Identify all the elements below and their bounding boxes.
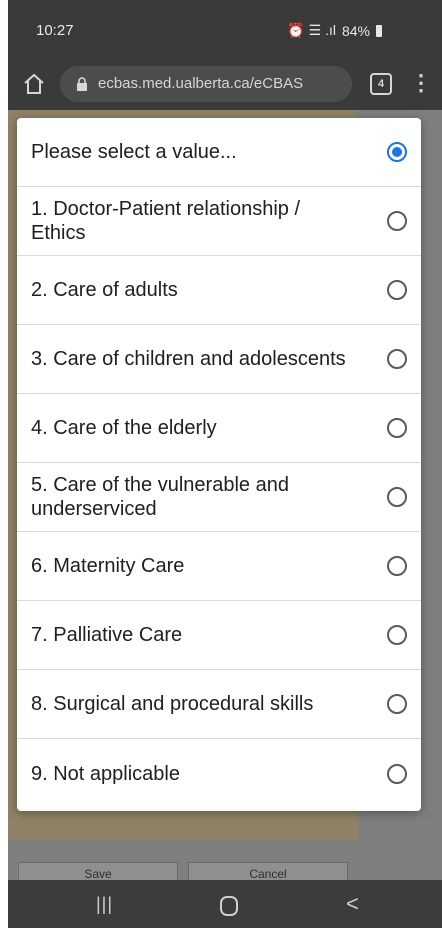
recents-icon[interactable]: ||| <box>96 894 113 915</box>
option-label: 1. Doctor-Patient relationship / Ethics <box>31 198 301 244</box>
radio-icon[interactable] <box>387 763 407 784</box>
radio-icon[interactable] <box>387 487 407 507</box>
status-time: 10:27 <box>36 22 74 39</box>
status-bar: 10:27 ⏰ ☰ .ıl 84% <box>8 0 442 58</box>
radio-icon[interactable] <box>387 211 407 231</box>
browser-menu-icon[interactable]: ⋮ <box>410 71 432 95</box>
radio-icon[interactable] <box>387 694 407 714</box>
option-care-elderly[interactable]: 4. Care of the elderly <box>17 394 421 463</box>
option-label: 5. Care of the vulnerable and underservi… <box>31 474 289 520</box>
option-not-applicable[interactable]: 9. Not applicable <box>17 739 421 808</box>
option-label: 6. Maternity Care <box>31 555 185 577</box>
radio-icon[interactable] <box>387 142 407 162</box>
home-circle-icon[interactable] <box>220 896 238 916</box>
radio-icon[interactable] <box>387 349 407 369</box>
option-label: 4. Care of the elderly <box>31 417 217 439</box>
option-label: 9. Not applicable <box>31 762 180 785</box>
option-label: Please select a value... <box>31 141 237 163</box>
option-maternity[interactable]: 6. Maternity Care <box>17 532 421 601</box>
radio-icon[interactable] <box>387 280 407 300</box>
option-label: 8. Surgical and procedural skills <box>31 693 314 715</box>
option-care-adults[interactable]: 2. Care of adults <box>17 256 421 325</box>
battery-icon <box>376 24 382 37</box>
option-label: 3. Care of children and adolescents <box>31 348 346 370</box>
select-dialog: Please select a value... 1. Doctor-Patie… <box>17 118 421 811</box>
back-icon[interactable]: < <box>346 891 359 917</box>
lock-icon <box>77 77 87 91</box>
battery-percent: 84% <box>341 22 370 39</box>
option-palliative[interactable]: 7. Palliative Care <box>17 601 421 670</box>
option-care-vulnerable[interactable]: 5. Care of the vulnerable and underservi… <box>17 463 421 532</box>
form-buttons: Save Cancel <box>18 862 348 881</box>
cancel-button: Cancel <box>188 862 348 881</box>
save-button: Save <box>18 862 178 881</box>
browser-toolbar: ecbas.med.ualberta.ca/eCBAS 4 ⋮ <box>8 58 442 110</box>
status-indicators: ⏰ ☰ .ıl 84% <box>287 22 382 39</box>
radio-icon[interactable] <box>387 625 407 645</box>
option-surgical[interactable]: 8. Surgical and procedural skills <box>17 670 421 739</box>
url-text: ecbas.med.ualberta.ca/eCBAS <box>98 75 304 92</box>
option-care-children[interactable]: 3. Care of children and adolescents <box>17 325 421 394</box>
tab-switcher-button[interactable]: 4 <box>370 73 392 95</box>
option-placeholder[interactable]: Please select a value... <box>17 118 421 187</box>
radio-icon[interactable] <box>387 556 407 576</box>
android-nav-bar: ||| < <box>8 880 442 928</box>
option-doctor-patient[interactable]: 1. Doctor-Patient relationship / Ethics <box>17 187 421 256</box>
url-bar[interactable]: ecbas.med.ualberta.ca/eCBAS <box>60 66 352 102</box>
home-icon[interactable] <box>22 72 46 96</box>
radio-icon[interactable] <box>387 418 407 438</box>
alarm-wifi-signal-icon: ⏰ ☰ .ıl <box>287 22 336 38</box>
option-label: 7. Palliative Care <box>31 624 183 646</box>
option-label: 2. Care of adults <box>31 279 178 301</box>
